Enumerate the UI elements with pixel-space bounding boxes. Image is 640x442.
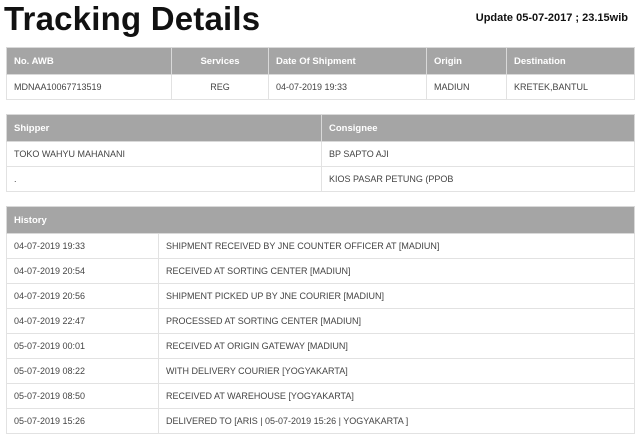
table-row: . KIOS PASAR PETUNG (PPOB [6, 166, 635, 192]
history-event: SHIPMENT RECEIVED BY JNE COUNTER OFFICER… [157, 233, 636, 259]
page-title: Tracking Details [4, 0, 261, 37]
history-event: WITH DELIVERY COURIER [YOGYAKARTA] [157, 358, 636, 384]
history-time: 04-07-2019 22:47 [6, 308, 159, 334]
history-event: RECEIVED AT WAREHOUSE [YOGYAKARTA] [157, 383, 636, 409]
history-header-row: History [5, 206, 636, 234]
destination-value: KRETEK,BANTUL [506, 74, 635, 100]
shipment-header-row: No. AWB Services Date Of Shipment Origin… [6, 47, 635, 75]
history-time: 04-07-2019 20:56 [6, 283, 159, 309]
parties-table: Shipper Consignee TOKO WAHYU MAHANANI BP… [6, 114, 635, 192]
services-value: REG [171, 74, 269, 100]
date-header: Date Of Shipment [268, 47, 427, 75]
update-timestamp: Update 05-07-2017 ; 23.15wib [475, 12, 628, 24]
history-table: History 04-07-2019 19:33 SHIPMENT RECEIV… [5, 206, 636, 434]
date-value: 04-07-2019 19:33 [268, 74, 427, 100]
history-time: 04-07-2019 20:54 [6, 258, 159, 284]
origin-header: Origin [426, 47, 507, 75]
history-row: 04-07-2019 22:47 PROCESSED AT SORTING CE… [6, 308, 636, 334]
consignee-name: BP SAPTO AJI [321, 141, 635, 167]
history-event: SHIPMENT PICKED UP BY JNE COURIER [MADIU… [157, 283, 636, 309]
history-event: RECEIVED AT SORTING CENTER [MADIUN] [157, 258, 636, 284]
destination-header: Destination [506, 47, 635, 75]
history-row: 04-07-2019 20:56 SHIPMENT PICKED UP BY J… [6, 283, 636, 309]
history-event: RECEIVED AT ORIGIN GATEWAY [MADIUN] [157, 333, 636, 359]
awb-value: MDNAA10067713519 [6, 74, 172, 100]
history-event: DELIVERED TO [ARIS | 05-07-2019 15:26 | … [157, 408, 636, 434]
shipper-address: . [6, 166, 322, 192]
awb-header: No. AWB [6, 47, 172, 75]
history-time: 04-07-2019 19:33 [6, 233, 159, 259]
history-event: PROCESSED AT SORTING CENTER [MADIUN] [157, 308, 636, 334]
history-row: 05-07-2019 08:50 RECEIVED AT WAREHOUSE [… [6, 383, 636, 409]
origin-value: MADIUN [426, 74, 507, 100]
history-time: 05-07-2019 08:50 [6, 383, 159, 409]
shipper-header: Shipper [6, 114, 322, 142]
history-row: 05-07-2019 00:01 RECEIVED AT ORIGIN GATE… [6, 333, 636, 359]
shipper-name: TOKO WAHYU MAHANANI [6, 141, 322, 167]
services-header: Services [171, 47, 269, 75]
history-row: 04-07-2019 20:54 RECEIVED AT SORTING CEN… [6, 258, 636, 284]
table-row: TOKO WAHYU MAHANANI BP SAPTO AJI [6, 141, 635, 167]
shipment-table: No. AWB Services Date Of Shipment Origin… [6, 47, 635, 100]
history-row: 04-07-2019 19:33 SHIPMENT RECEIVED BY JN… [6, 233, 636, 259]
shipment-row: MDNAA10067713519 REG 04-07-2019 19:33 MA… [6, 74, 635, 100]
history-row: 05-07-2019 15:26 DELIVERED TO [ARIS | 05… [6, 408, 636, 434]
history-row: 05-07-2019 08:22 WITH DELIVERY COURIER [… [6, 358, 636, 384]
consignee-header: Consignee [321, 114, 635, 142]
history-time: 05-07-2019 15:26 [6, 408, 159, 434]
parties-header-row: Shipper Consignee [6, 114, 635, 142]
consignee-address: KIOS PASAR PETUNG (PPOB [321, 166, 635, 192]
history-header: History [5, 206, 636, 234]
history-time: 05-07-2019 08:22 [6, 358, 159, 384]
history-time: 05-07-2019 00:01 [6, 333, 159, 359]
